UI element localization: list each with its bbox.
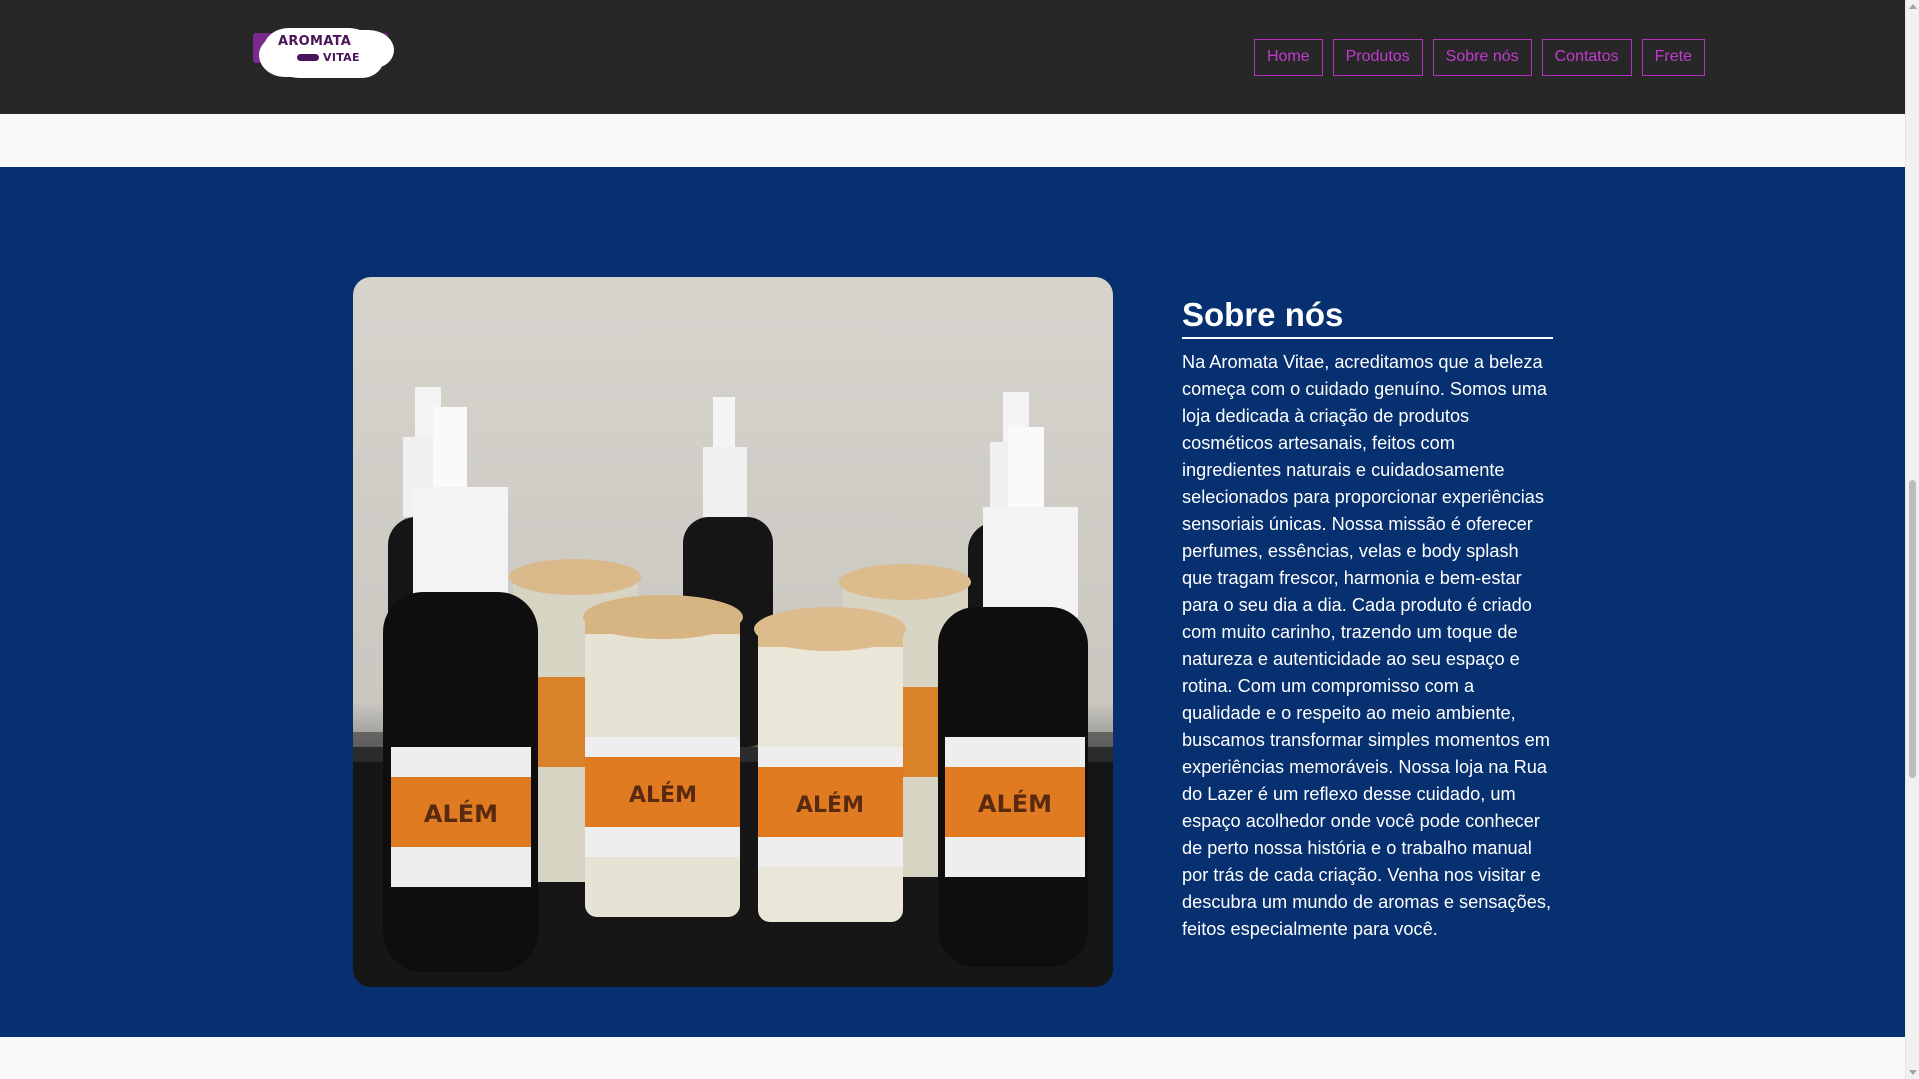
scroll-thumb[interactable] <box>1909 480 1916 778</box>
logo[interactable]: AROMATA VITAE <box>253 26 388 78</box>
products-illustration: ALÉM ALÉM ALÉM ALÉM <box>353 387 1113 987</box>
jar-front-left: ALÉM <box>583 595 743 917</box>
nav-sobre-nos-button[interactable]: Sobre nós <box>1432 39 1532 76</box>
scroll-down-arrow-icon[interactable] <box>1909 1070 1917 1075</box>
logo-text-line1: AROMATA <box>278 34 352 49</box>
about-title: Sobre nós <box>1182 295 1553 339</box>
scroll-up-arrow-icon[interactable] <box>1909 4 1917 9</box>
svg-text:ALÉM: ALÉM <box>978 789 1052 818</box>
about-body: Na Aromata Vitae, acreditamos que a bele… <box>1182 352 1552 939</box>
bottle-front-right: ALÉM <box>938 427 1088 967</box>
about-text-block: Sobre nós Na Aromata Vitae, acreditamos … <box>1182 295 1553 943</box>
spacer-strip <box>0 114 1905 167</box>
nav-frete-button[interactable]: Frete <box>1641 39 1705 76</box>
main-nav: Home Produtos Sobre nós Contatos Frete <box>1253 39 1705 76</box>
nav-produtos-button[interactable]: Produtos <box>1332 39 1423 76</box>
footer-strip <box>0 1037 1905 1079</box>
about-section: ALÉM ALÉM ALÉM ALÉM Sobre nós Na Aromata… <box>0 167 1905 1037</box>
site-header: AROMATA VITAE Home Produtos Sobre nós Co… <box>0 0 1905 114</box>
svg-text:ALÉM: ALÉM <box>424 799 498 828</box>
vertical-scrollbar[interactable] <box>1905 0 1919 1079</box>
logo-dash <box>297 54 319 61</box>
svg-text:ALÉM: ALÉM <box>629 782 697 808</box>
svg-text:ALÉM: ALÉM <box>796 792 864 818</box>
logo-text-line2: VITAE <box>323 51 360 64</box>
jar-front-right: ALÉM <box>754 607 906 922</box>
nav-contatos-button[interactable]: Contatos <box>1541 39 1632 76</box>
nav-home-button[interactable]: Home <box>1253 39 1323 76</box>
products-photo: ALÉM ALÉM ALÉM ALÉM <box>353 277 1113 987</box>
page: AROMATA VITAE Home Produtos Sobre nós Co… <box>0 0 1905 1079</box>
